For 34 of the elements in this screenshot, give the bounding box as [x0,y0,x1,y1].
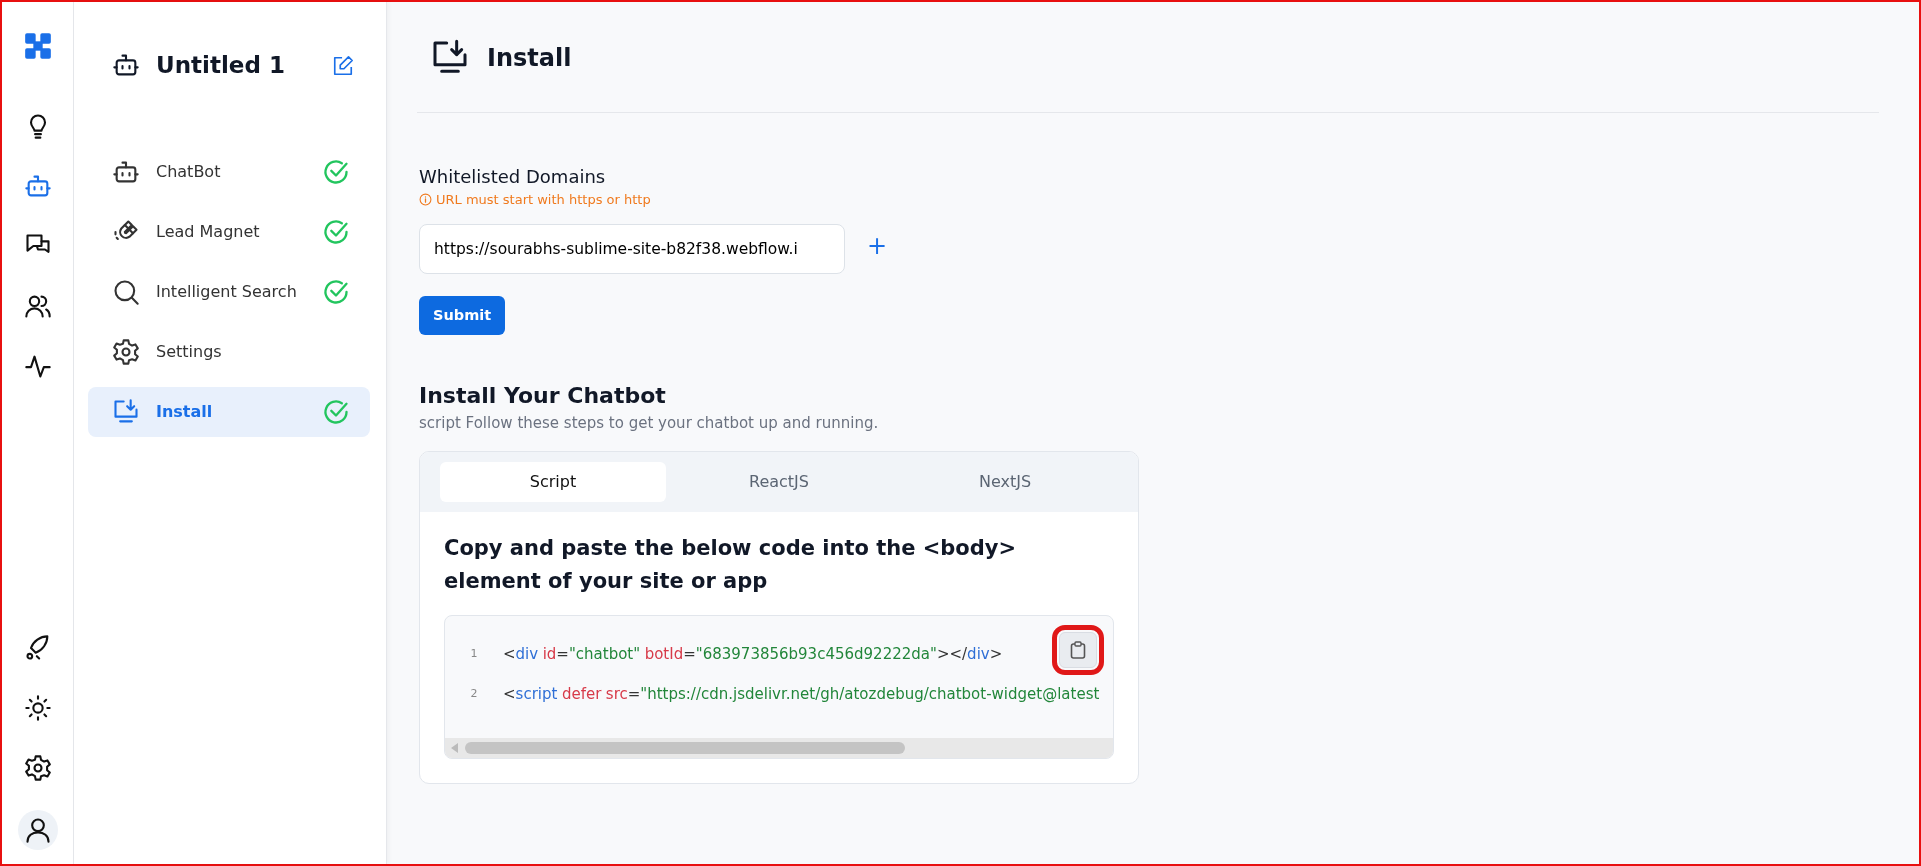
user-nav-button[interactable] [17,810,58,850]
edit-icon [332,54,354,77]
clipboard-icon [1070,640,1086,659]
hint-text: URL must start with https or http [436,191,651,209]
sidebar-item[interactable]: Intelligent Search [88,266,370,317]
page-title: Install [487,43,572,74]
code-line: <div id="chatbot" botId="683973856b93c456d92222da"></div> [503,643,1003,665]
user-icon [23,816,52,844]
tab[interactable]: ReactJS [666,461,892,502]
field-label: Whitelisted Domains [419,165,607,189]
sun-icon [23,694,52,722]
line-number: 1 [469,645,479,662]
edit-button[interactable] [332,53,354,78]
line-number: 2 [469,685,479,702]
tab[interactable]: Script [440,461,666,502]
search-icon [112,277,140,306]
instruction-text: Copy and paste the below code into the <body> element of your site or app [444,534,1018,596]
sidebar-item[interactable]: ChatBot [88,146,370,197]
settings-icon [112,337,140,366]
sidebar-item[interactable]: Install [88,386,370,437]
project-title: Untitled 1 [156,51,286,80]
scrollbar-thumb[interactable] [465,741,905,754]
section-title: Install Your Chatbot [419,382,667,411]
logo-icon [23,32,52,60]
info-icon [419,193,432,207]
add-button[interactable]: + [861,226,894,265]
section-subtitle: script Follow these steps to get your chatbot up and running. [419,413,880,435]
domain-input[interactable]: https://sourabhs-sublime-site-b82f38.webflow.i [419,223,845,274]
code-line: <script defer src="https://cdn.jsdelivr.net/gh/atozdebug/chatbot-widget@latest [503,683,1100,705]
settings-icon [23,754,52,782]
sidebar-item[interactable]: Lead Magnet [88,206,370,257]
submit-button[interactable]: Submit [419,295,506,336]
tab[interactable]: NextJS [892,461,1118,502]
sidebar-item[interactable]: Settings [88,326,370,377]
